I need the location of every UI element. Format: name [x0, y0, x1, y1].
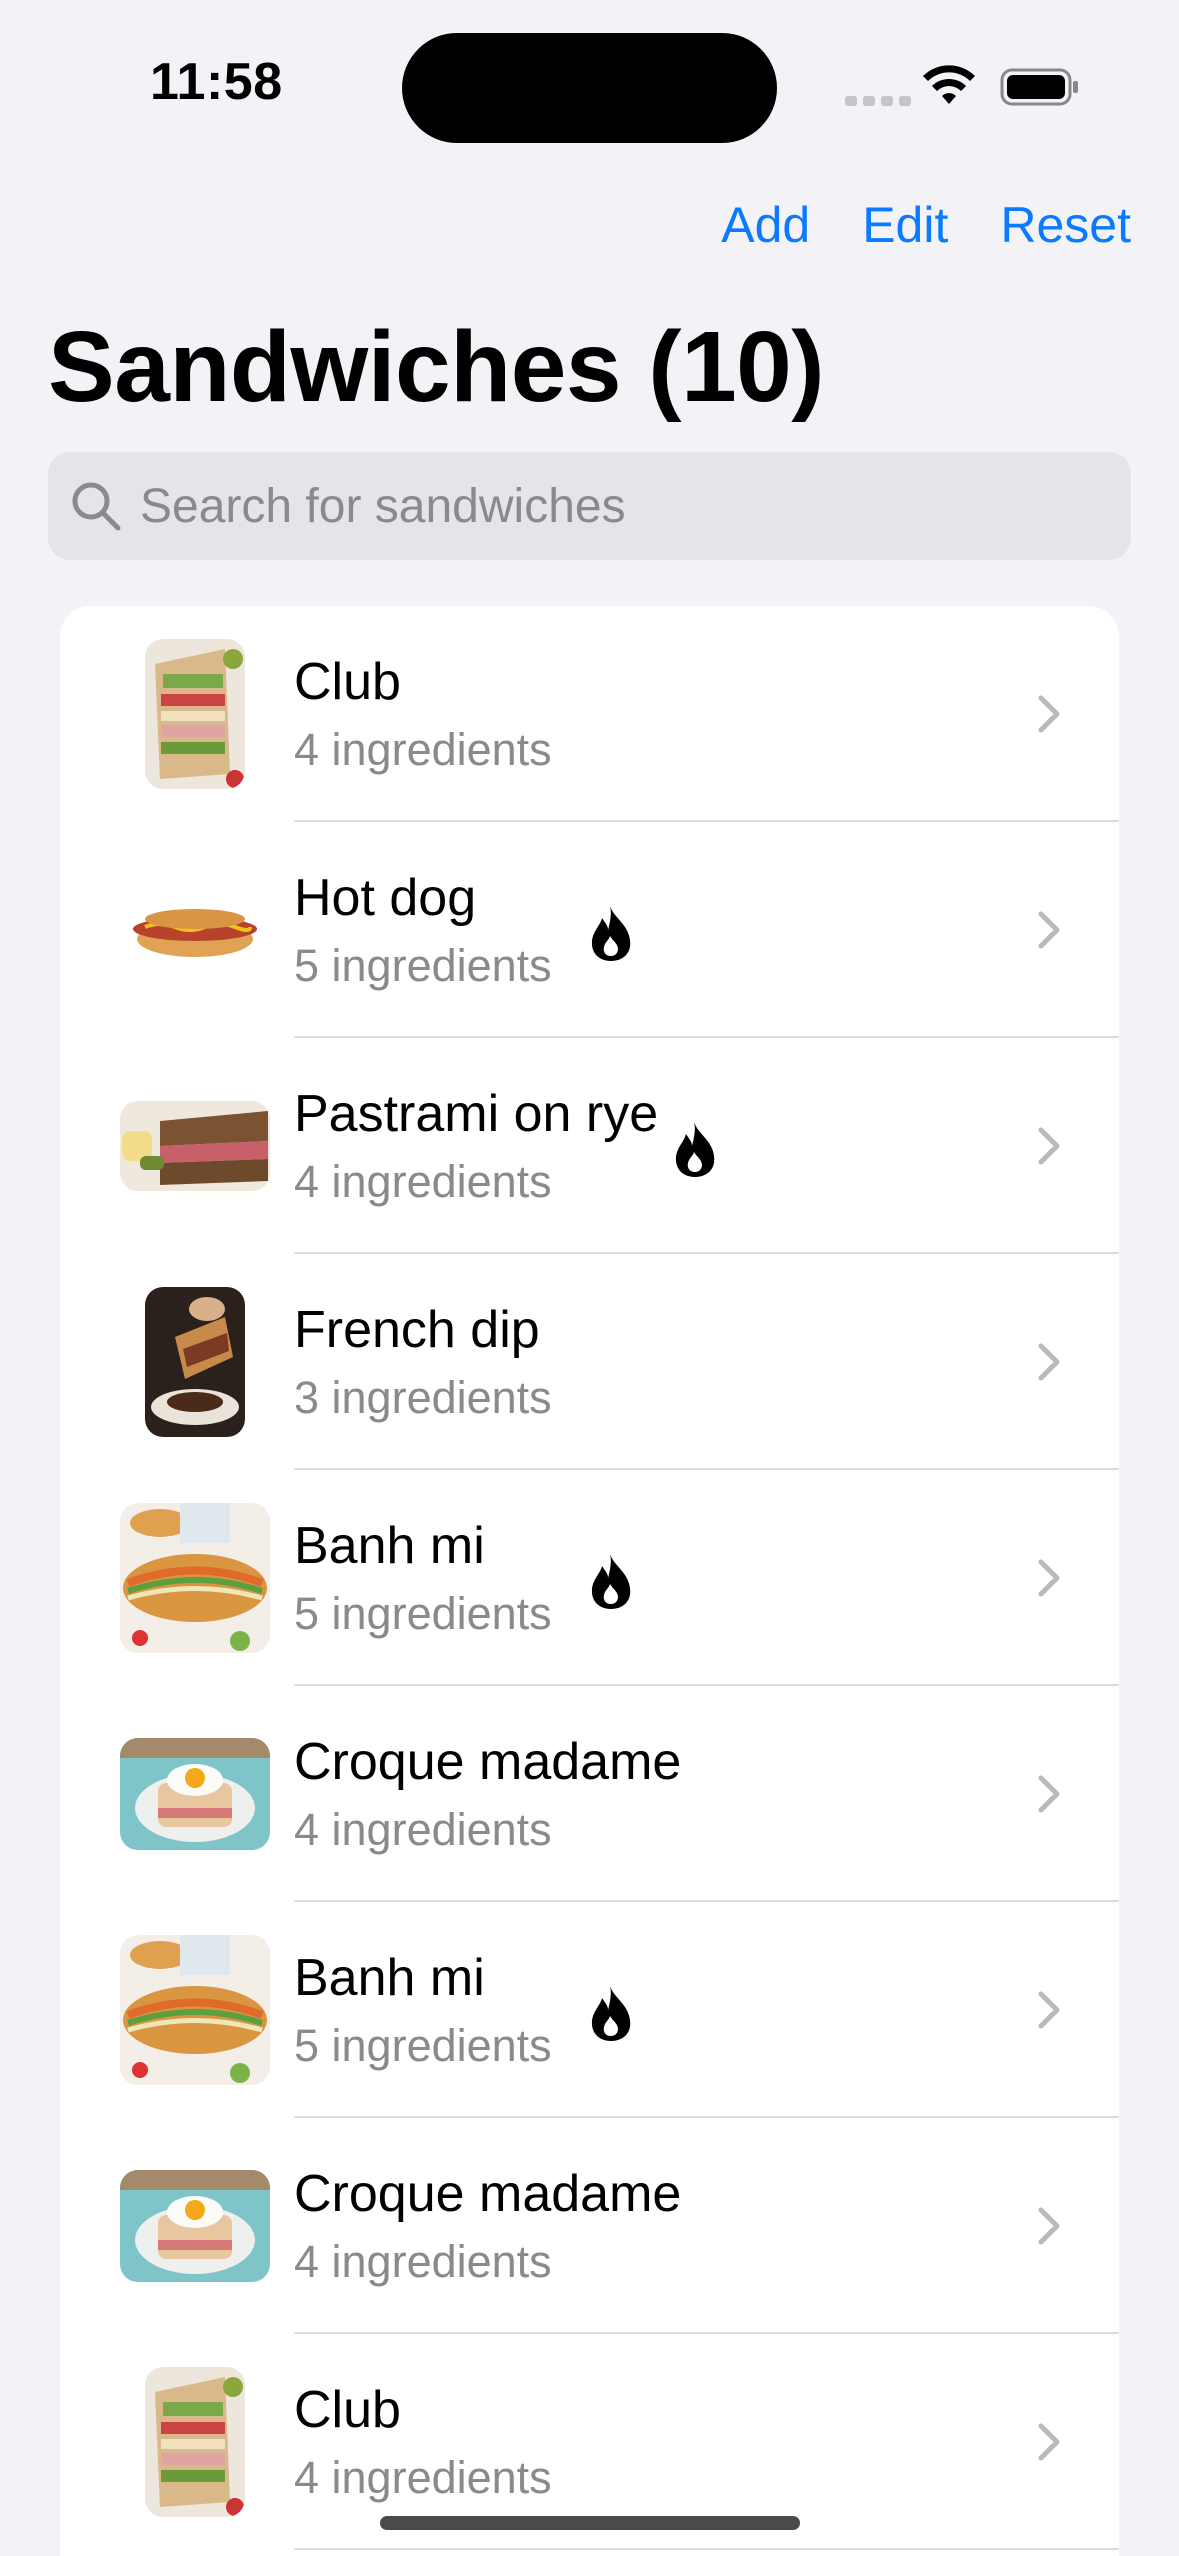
- sandwich-thumbnail: [120, 855, 270, 1005]
- croque-madame-image: [120, 2170, 270, 2282]
- sandwich-name: Banh mi: [294, 1949, 485, 2007]
- ingredient-count: 4 ingredients: [294, 2236, 552, 2287]
- chevron-right-icon: [1038, 1991, 1060, 2029]
- chevron-right-icon: [1038, 1127, 1060, 1165]
- ingredient-count: 3 ingredients: [294, 1372, 552, 1423]
- flame-icon: [591, 906, 631, 961]
- ingredient-count: 5 ingredients: [294, 940, 552, 991]
- pastrami-sandwich-image: [120, 1101, 270, 1191]
- ingredient-count: 4 ingredients: [294, 1804, 552, 1855]
- sandwich-name: Croque madame: [294, 2165, 682, 2223]
- chevron-right-icon: [1038, 911, 1060, 949]
- ingredient-count: 5 ingredients: [294, 2020, 552, 2071]
- sandwich-thumbnail: [120, 2151, 270, 2301]
- banh-mi-image: [120, 1503, 270, 1653]
- search-input[interactable]: [140, 452, 1100, 560]
- page-title: Sandwiches (10): [48, 311, 825, 423]
- wifi-icon: [923, 65, 975, 104]
- edit-button[interactable]: Edit: [862, 196, 948, 254]
- search-bar[interactable]: [48, 452, 1131, 560]
- sandwich-thumbnail: [120, 1935, 270, 2085]
- add-button[interactable]: Add: [721, 196, 810, 254]
- reset-button[interactable]: Reset: [1000, 196, 1131, 254]
- sandwich-thumbnail: [120, 1071, 270, 1221]
- list-item[interactable]: French dip 3 ingredients: [60, 1254, 1119, 1470]
- ingredient-count: 4 ingredients: [294, 2452, 552, 2503]
- chevron-right-icon: [1038, 2423, 1060, 2461]
- sandwich-name: Banh mi: [294, 1517, 485, 1575]
- list-item[interactable]: Pastrami on rye 4 ingredients: [60, 1038, 1119, 1254]
- french-dip-image: [145, 1287, 245, 1437]
- sandwich-name: Club: [294, 653, 401, 711]
- sandwich-thumbnail: [120, 639, 270, 789]
- sandwich-name: Croque madame: [294, 1733, 682, 1791]
- sandwich-thumbnail: [120, 2367, 270, 2517]
- list-item[interactable]: Croque madame 4 ingredients: [60, 1686, 1119, 1902]
- list-item[interactable]: Croque madame 4 ingredients: [60, 2118, 1119, 2334]
- flame-icon: [591, 1554, 631, 1609]
- croque-madame-image: [120, 1738, 270, 1850]
- flame-icon: [591, 1986, 631, 2041]
- sandwich-name: French dip: [294, 1301, 540, 1359]
- ingredient-count: 5 ingredients: [294, 1588, 552, 1639]
- chevron-right-icon: [1038, 695, 1060, 733]
- chevron-right-icon: [1038, 1343, 1060, 1381]
- sandwich-thumbnail: [120, 1719, 270, 1869]
- sandwich-name: Club: [294, 2381, 401, 2439]
- ingredient-count: 4 ingredients: [294, 724, 552, 775]
- chevron-right-icon: [1038, 2207, 1060, 2245]
- list-item[interactable]: Banh mi 5 ingredients: [60, 1470, 1119, 1686]
- flame-icon: [675, 1122, 715, 1177]
- club-sandwich-image: [145, 2367, 245, 2517]
- club-sandwich-image: [145, 639, 245, 789]
- battery-icon: [1000, 68, 1078, 106]
- chevron-right-icon: [1038, 1559, 1060, 1597]
- dynamic-island: [402, 33, 777, 143]
- list-item[interactable]: Banh mi 5 ingredients: [60, 1902, 1119, 2118]
- list-item[interactable]: Club 4 ingredients: [60, 606, 1119, 822]
- list-item[interactable]: Hot dog 5 ingredients: [60, 822, 1119, 1038]
- row-separator: [294, 2548, 1119, 2550]
- nav-bar: Add Edit Reset: [721, 196, 1131, 254]
- home-indicator[interactable]: [380, 2516, 800, 2530]
- screen: 11:58 Add Edit Reset Sandwiches (10) Sea…: [0, 0, 1179, 2556]
- ingredient-count: 4 ingredients: [294, 1156, 552, 1207]
- sandwich-list: Club 4 ingredients Hot dog 5 ingredients: [60, 606, 1119, 2556]
- sandwich-thumbnail: [120, 1287, 270, 1437]
- sandwich-name: Hot dog: [294, 869, 477, 927]
- sandwich-thumbnail: [120, 1503, 270, 1653]
- cellular-signal-icon: [845, 96, 911, 106]
- status-time: 11:58: [150, 53, 283, 111]
- hot-dog-image: [130, 895, 260, 965]
- search-icon: [72, 482, 121, 531]
- chevron-right-icon: [1038, 1775, 1060, 1813]
- sandwich-name: Pastrami on rye: [294, 1085, 659, 1143]
- banh-mi-image: [120, 1935, 270, 2085]
